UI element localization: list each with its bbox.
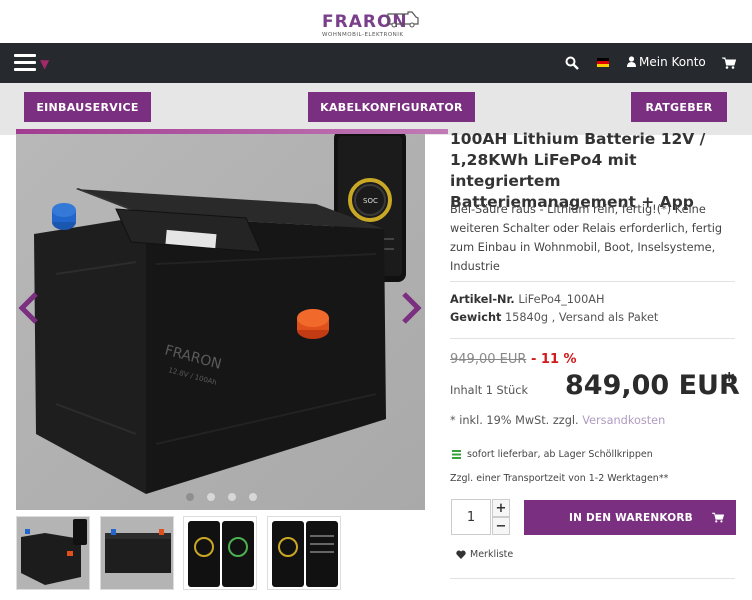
vat-text: * inkl. 19% MwSt. zzgl. <box>450 414 579 427</box>
divider <box>450 578 735 579</box>
cart-icon[interactable] <box>722 57 736 69</box>
article-value: LiFePo4_100AH <box>518 293 605 306</box>
old-price: 949,00 EUR <box>450 352 527 367</box>
thumbnail-4[interactable] <box>267 516 341 590</box>
battery-product-image: SOC FRARON 12.8V / 100Ah <box>16 134 425 510</box>
gallery-dot[interactable] <box>186 493 194 501</box>
ratgeber-button[interactable]: RATGEBER <box>631 92 727 122</box>
vat-info: * inkl. 19% MwSt. zzgl. Versandkosten <box>450 414 665 427</box>
logo-header: FRARON WOHNMOBIL-ELEKTRONIK <box>0 0 752 42</box>
gallery-next-arrow-icon[interactable] <box>400 292 422 324</box>
quantity-decrease-button[interactable]: − <box>492 517 510 535</box>
thumbnail-3[interactable] <box>183 516 257 590</box>
gallery-dot[interactable] <box>249 493 257 501</box>
menu-icon[interactable] <box>14 54 36 72</box>
einbauservice-button[interactable]: EINBAUSERVICE <box>24 92 151 122</box>
product-image-gallery[interactable]: SOC FRARON 12.8V / 100Ah <box>16 134 425 510</box>
user-icon <box>627 56 636 67</box>
thumbnail-image <box>184 517 256 589</box>
heart-icon <box>456 550 466 559</box>
gallery-dot[interactable] <box>228 493 236 501</box>
chevron-down-icon[interactable]: ▼ <box>40 57 49 71</box>
transport-info: Zzgl. einer Transportzeit von 1-2 Werkta… <box>450 473 669 484</box>
discount-badge: - 11 % <box>531 352 577 367</box>
add-to-cart-button[interactable]: IN DEN WARENKORB <box>524 500 736 535</box>
divider <box>450 338 735 339</box>
shipping-costs-link[interactable]: Versandkosten <box>582 414 665 427</box>
wishlist-link[interactable]: Merkliste <box>456 549 513 560</box>
logo-subtitle: WOHNMOBIL-ELEKTRONIK <box>322 32 404 38</box>
search-icon[interactable] <box>565 56 579 70</box>
gallery-dots <box>186 493 266 503</box>
gallery-prev-arrow-icon[interactable] <box>18 292 40 324</box>
brand-logo[interactable]: FRARON WOHNMOBIL-ELEKTRONIK <box>322 8 422 38</box>
price-footnote-star: * <box>724 368 735 392</box>
stock-list-icon <box>452 450 461 459</box>
article-number: Artikel-Nr. LiFePo4_100AH <box>450 293 605 306</box>
flag-de-icon[interactable] <box>597 58 609 67</box>
quantity-input[interactable] <box>451 499 491 535</box>
article-label: Artikel-Nr. <box>450 293 515 306</box>
kabelkonfigurator-button[interactable]: KABELKONFIGURATOR <box>308 92 475 122</box>
van-icon <box>387 11 419 28</box>
gallery-dot[interactable] <box>207 493 215 501</box>
weight-value: 15840g , Versand als Paket <box>504 311 659 324</box>
account-label: Mein Konto <box>639 55 706 69</box>
product-weight: Gewicht 15840g , Versand als Paket <box>450 311 658 324</box>
add-to-cart-label: IN DEN WARENKORB <box>569 511 693 524</box>
main-navigation: ▼ Mein Konto <box>0 43 752 83</box>
cart-icon <box>712 512 724 523</box>
weight-label: Gewicht <box>450 311 502 324</box>
thumbnail-image <box>101 517 173 589</box>
product-description: Blei-Säure raus - Lithium rein, fertig!(… <box>450 203 723 273</box>
content-quantity: Inhalt 1 Stück <box>450 384 529 397</box>
quantity-increase-button[interactable]: + <box>492 499 510 517</box>
thumbnail-1[interactable] <box>16 516 90 590</box>
availability-text: sofort lieferbar, ab Lager Schöllkrippen <box>467 449 653 460</box>
thumbnail-image <box>17 517 89 589</box>
wishlist-label: Merkliste <box>470 549 514 560</box>
svg-text:SOC: SOC <box>363 197 378 205</box>
thumbnail-image <box>268 517 340 589</box>
account-link[interactable]: Mein Konto <box>627 55 706 69</box>
product-price: 849,00 EUR <box>565 370 740 401</box>
service-bar: EINBAUSERVICE KABELKONFIGURATOR RATGEBER <box>0 83 752 135</box>
thumbnail-2[interactable] <box>100 516 174 590</box>
divider <box>450 281 735 282</box>
availability-info: sofort lieferbar, ab Lager Schöllkrippen <box>452 449 653 460</box>
